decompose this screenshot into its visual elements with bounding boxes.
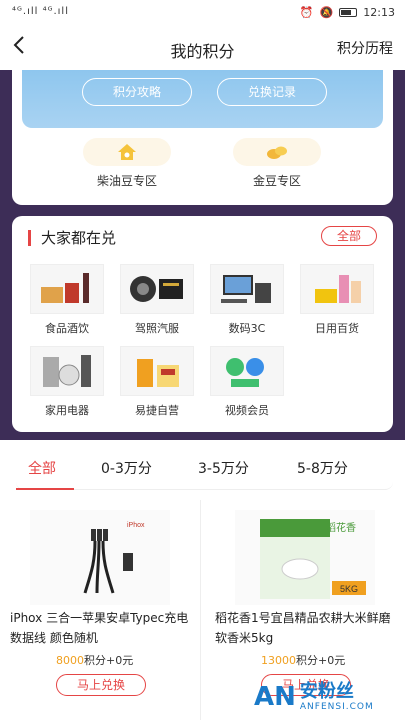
points-banner: 积分攻略 兑换记录 [22,70,383,128]
zone-gold-bean[interactable]: 金豆专区 [217,138,337,189]
status-bar: ⁴ᴳ.ıll ⁴ᴳ.ıll ⏰ 🔕 12:13 [0,0,405,26]
product-price-suffix: 积分+0元 [296,654,346,667]
tab-0-3w[interactable]: 0-3万分 [101,458,152,478]
appliance-icon [30,346,104,396]
site-watermark: AN 安粉丝 ANFENSI.COM [254,678,399,716]
svg-text:5KG: 5KG [340,584,358,594]
mute-icon: 🔕 [319,6,334,19]
car-icon [120,264,194,314]
category-label: 视频会员 [225,404,269,417]
watermark-cn: 安粉丝 [299,681,354,702]
category-appliance[interactable]: 家用电器 [30,346,104,418]
zone-label: 柴油豆专区 [96,174,157,188]
product-points: 13000 [261,654,296,667]
category-food[interactable]: 食品酒饮 [30,264,104,336]
category-store[interactable]: 易捷自营 [120,346,194,418]
product-image-brand: 稻花香 [326,521,356,534]
watermark-logo: AN [254,682,296,712]
food-icon [30,264,104,314]
nav-bar: 我的积分 积分历程 [0,26,405,70]
points-card: 积分攻略 兑换记录 柴油豆专区 金豆专区 [12,70,393,205]
zone-label: 金豆专区 [252,174,301,188]
category-video[interactable]: 视频会员 [210,346,284,418]
status-icons: ⏰ 🔕 12:13 [300,6,395,19]
product-image-brand: iPhox [127,522,145,529]
zone-diesel-bean[interactable]: 柴油豆专区 [67,138,187,189]
store-icon [120,346,194,396]
clock-time: 12:13 [363,6,395,19]
product-price: 13000积分+0元 [261,652,345,668]
category-car[interactable]: 驾照汽服 [120,264,194,336]
product-price-suffix: 积分+0元 [84,654,134,667]
category-label: 日用百货 [315,322,359,335]
product-image: iPhox [30,510,170,605]
tab-3-5w[interactable]: 3-5万分 [198,458,249,478]
product-divider [200,500,201,720]
category-label: 数码3C [228,322,266,335]
home-bean-icon [83,138,171,166]
watermark-en: ANFENSI.COM [299,702,374,712]
signal-indicator: ⁴ᴳ.ıll ⁴ᴳ.ıll [12,6,69,17]
product-price: 8000积分+0元 [56,652,133,668]
product-image: 稻花香 5KG [235,510,375,605]
points-guide-button[interactable]: 积分攻略 [82,78,192,106]
view-all-button[interactable]: 全部 [321,226,377,246]
category-digital[interactable]: 数码3C [210,264,284,336]
section-title: 大家都在兑 [28,230,116,246]
digital-icon [210,264,284,314]
popular-exchange-card: 大家都在兑 全部 食品酒饮 驾照汽服 数码3C 日用百货 家用电器 易捷自营 视… [12,216,393,432]
exchange-now-button[interactable]: 马上兑换 [56,674,146,696]
gold-bean-icon [233,138,321,166]
category-label: 易捷自营 [135,404,179,417]
product-name: 稻花香1号宜昌精品农耕大米鲜磨软香米5kg [215,611,391,645]
product-points: 8000 [56,654,84,667]
video-icon [210,346,284,396]
battery-icon [339,8,358,17]
daily-goods-icon [300,264,374,314]
category-daily[interactable]: 日用百货 [300,264,374,336]
product-card[interactable]: iPhox iPhox 三合一苹果安卓Typec充电数据线 颜色随机 8000积… [0,500,190,720]
category-label: 食品酒饮 [45,322,89,335]
tab-all[interactable]: 全部 [28,458,56,478]
alarm-icon: ⏰ [299,6,314,19]
category-label: 驾照汽服 [135,322,179,335]
active-tab-underline [16,488,74,490]
product-name: iPhox 三合一苹果安卓Typec充电数据线 颜色随机 [10,611,189,645]
points-history-link[interactable]: 积分历程 [337,38,393,58]
tab-5-8w[interactable]: 5-8万分 [297,458,348,478]
exchange-record-button[interactable]: 兑换记录 [217,78,327,106]
category-label: 家用电器 [45,404,89,417]
filter-tabs: 全部 0-3万分 3-5万分 5-8万分 [16,448,393,490]
